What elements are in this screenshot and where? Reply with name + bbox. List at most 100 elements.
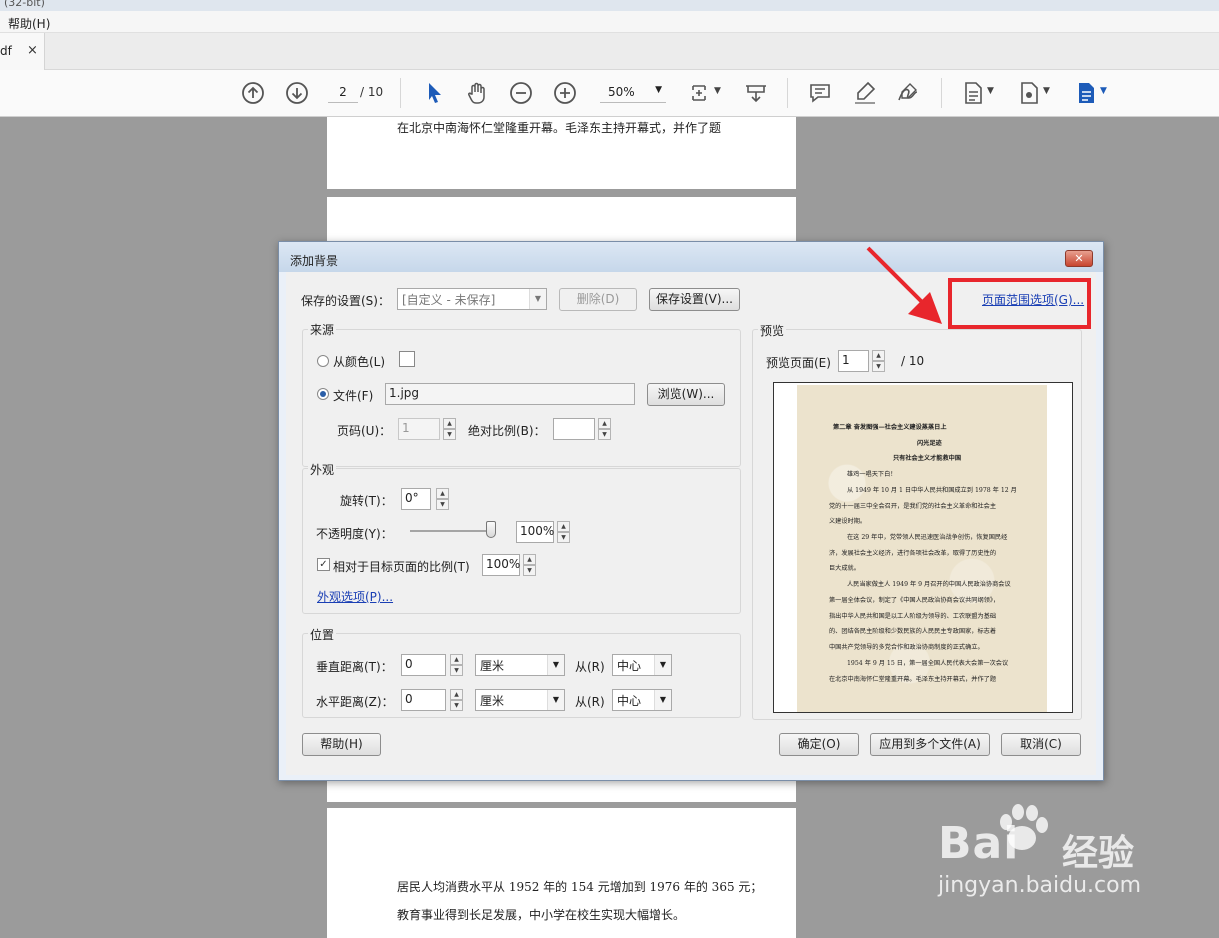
chevron-down-icon: ▼: [547, 655, 564, 675]
delete-button[interactable]: 删除(D): [559, 288, 637, 311]
cancel-button[interactable]: 取消(C): [1001, 733, 1081, 756]
opacity-slider-thumb[interactable]: [486, 521, 496, 538]
opacity-slider-track[interactable]: [410, 530, 496, 532]
source-group-title: 来源: [308, 321, 337, 338]
rotation-label: 旋转(T)：: [340, 494, 393, 508]
from-color-radio[interactable]: [317, 355, 329, 367]
vertical-from-label: 从(R): [575, 660, 605, 674]
chevron-down-icon: ▼: [529, 289, 546, 309]
saved-settings-select[interactable]: [自定义 - 未保存] ▼: [397, 288, 547, 310]
horizontal-from-value: 中心: [617, 694, 642, 708]
page-settings-icon[interactable]: [1016, 80, 1042, 106]
page-number-field[interactable]: 1: [398, 418, 440, 440]
relative-scale-label[interactable]: 相对于目标页面的比例(T): [333, 558, 470, 575]
horizontal-distance-stepper[interactable]: ▲ ▼: [450, 689, 463, 711]
preview-text-line: 第一届全体会议，制定了《中国人民政治协商会议共同纲领》，: [829, 597, 1000, 604]
page-text: 居民人均消费水平从 1952 年的 154 元增加到 1976 年的 365 元…: [397, 880, 763, 894]
zoom-in-icon[interactable]: [552, 80, 578, 106]
relative-scale-field[interactable]: 100%: [482, 554, 520, 576]
file-path-field[interactable]: 1.jpg: [385, 383, 635, 405]
page-number-input[interactable]: 2: [328, 81, 358, 103]
page-settings-dropdown-icon[interactable]: ▼: [1043, 86, 1050, 96]
opacity-label: 不透明度(Y)：: [316, 527, 393, 541]
absolute-scale-label: 绝对比例(B)：: [468, 424, 546, 438]
apply-to-multiple-files-button[interactable]: 应用到多个文件(A): [870, 733, 990, 756]
preview-canvas: 第二章 奋发图强—社会主义建设蒸蒸日上 闪光足迹 只有社会主义才能救中国 雄鸡一唱天下…: [773, 382, 1073, 713]
baidu-watermark: Bai 经验 jingyan.baidu.com: [930, 800, 1210, 910]
preview-page-field[interactable]: 1: [838, 350, 869, 372]
rotation-stepper[interactable]: ▲ ▼: [436, 488, 449, 510]
horizontal-from-select[interactable]: 中心 ▼: [612, 689, 672, 711]
scrolling-mode-icon[interactable]: [743, 80, 769, 106]
preview-text-line: 济，发展社会主义经济，进行各项社会改革，取得了历史性的: [829, 550, 997, 557]
watermark-url: jingyan.baidu.com: [938, 873, 1142, 898]
absolute-scale-stepper[interactable]: ▲ ▼: [598, 418, 611, 440]
from-color-label[interactable]: 从颜色(L): [333, 353, 385, 370]
rotation-field[interactable]: 0°: [401, 488, 431, 510]
zoom-value: 50%: [608, 85, 635, 99]
file-radio[interactable]: [317, 388, 329, 400]
opacity-field[interactable]: 100%: [516, 521, 554, 543]
document-page: 在北京中南海怀仁堂隆重开幕。毛泽东主持开幕式，并作了题: [327, 117, 796, 189]
color-swatch[interactable]: [399, 351, 415, 367]
watermark-jingyan: 经验: [1062, 833, 1135, 874]
dialog-title-bar[interactable]: 添加背景 ✕: [279, 242, 1103, 272]
horizontal-distance-label: 水平距离(Z)：: [316, 695, 394, 709]
zoom-out-icon[interactable]: [508, 80, 534, 106]
preview-text-line: 在北京中南海怀仁堂隆重开幕。毛泽东主持开幕式，并作了题: [829, 676, 997, 683]
next-page-icon[interactable]: [284, 80, 310, 106]
sign-icon[interactable]: [895, 80, 921, 106]
absolute-scale-field[interactable]: [553, 418, 595, 440]
preview-page-stepper[interactable]: ▲ ▼: [872, 350, 885, 372]
zoom-select[interactable]: 50% ▼: [600, 81, 666, 103]
ok-button[interactable]: 确定(O): [779, 733, 859, 756]
fit-page-dropdown-icon[interactable]: ▼: [714, 86, 721, 96]
preview-text-line: 的、团结各民主阶级和少数民族的人民民主专政国家，标志着: [829, 628, 997, 635]
horizontal-distance-field[interactable]: 0: [401, 689, 446, 711]
appearance-options-link[interactable]: 外观选项(P)...: [317, 588, 393, 605]
opacity-stepper[interactable]: ▲ ▼: [557, 521, 570, 543]
document-properties-icon[interactable]: [960, 80, 986, 106]
comment-icon[interactable]: [807, 80, 833, 106]
vertical-from-select[interactable]: 中心 ▼: [612, 654, 672, 676]
vertical-distance-stepper[interactable]: ▲ ▼: [450, 654, 463, 676]
toolbar: 2 / 10 50% ▼ ▼ ▼ ▼ ▼: [0, 70, 1219, 117]
preview-text-line: 从 1949 年 10 月 1 日中华人民共和国成立到 1978 年 12 月: [847, 487, 1017, 494]
page-text: 教育事业得到长足发展，中小学在校生实现大幅增长。: [397, 908, 686, 922]
close-dialog-button[interactable]: ✕: [1065, 250, 1093, 267]
preview-text-line: 人民当家做主人 1949 年 9 月召开的中国人民政治协商会议: [847, 581, 1011, 588]
page-number-label: 页码(U)：: [337, 424, 392, 438]
menu-help[interactable]: 帮助(H): [8, 15, 50, 32]
hand-tool-icon[interactable]: [464, 80, 490, 106]
help-button[interactable]: 帮助(H): [302, 733, 381, 756]
document-properties-dropdown-icon[interactable]: ▼: [987, 86, 994, 96]
preview-text-line: 雄鸡一唱天下白！: [847, 471, 897, 478]
tab-bar: df ×: [0, 33, 1219, 70]
page-number-stepper[interactable]: ▲ ▼: [443, 418, 456, 440]
fit-page-icon[interactable]: [688, 80, 714, 106]
preview-text-line: 中国共产党领导的多党合作和政治协商制度的正式确立。: [829, 644, 984, 651]
browse-button[interactable]: 浏览(W)...: [647, 383, 725, 406]
horizontal-unit-select[interactable]: 厘米 ▼: [475, 689, 565, 711]
document-tab-label[interactable]: df: [0, 44, 12, 58]
file-label[interactable]: 文件(F): [333, 387, 373, 404]
horizontal-unit-value: 厘米: [480, 694, 505, 708]
vertical-unit-select[interactable]: 厘米 ▼: [475, 654, 565, 676]
relative-scale-checkbox[interactable]: ✓: [317, 558, 330, 571]
save-settings-button[interactable]: 保存设置(V)...: [649, 288, 740, 311]
vertical-distance-field[interactable]: 0: [401, 654, 446, 676]
export-dropdown-icon[interactable]: ▼: [1100, 86, 1107, 96]
vertical-distance-label: 垂直距离(T)：: [316, 660, 393, 674]
vertical-unit-value: 厘米: [480, 659, 505, 673]
preview-page-total: / 10: [901, 354, 925, 368]
highlight-pen-icon[interactable]: [852, 80, 878, 106]
relative-scale-stepper[interactable]: ▲ ▼: [523, 554, 536, 576]
preview-group-title: 预览: [758, 322, 787, 339]
close-tab-icon[interactable]: ×: [27, 43, 38, 58]
export-document-icon[interactable]: [1073, 80, 1099, 106]
chevron-down-icon: ▼: [654, 655, 671, 675]
preview-text-line: 在这 29 年中，党带领人民迅速医治战争创伤，恢复国民经: [847, 534, 1008, 541]
previous-page-icon[interactable]: [240, 80, 266, 106]
document-tab[interactable]: df ×: [0, 33, 45, 70]
select-cursor-icon[interactable]: [422, 80, 448, 106]
